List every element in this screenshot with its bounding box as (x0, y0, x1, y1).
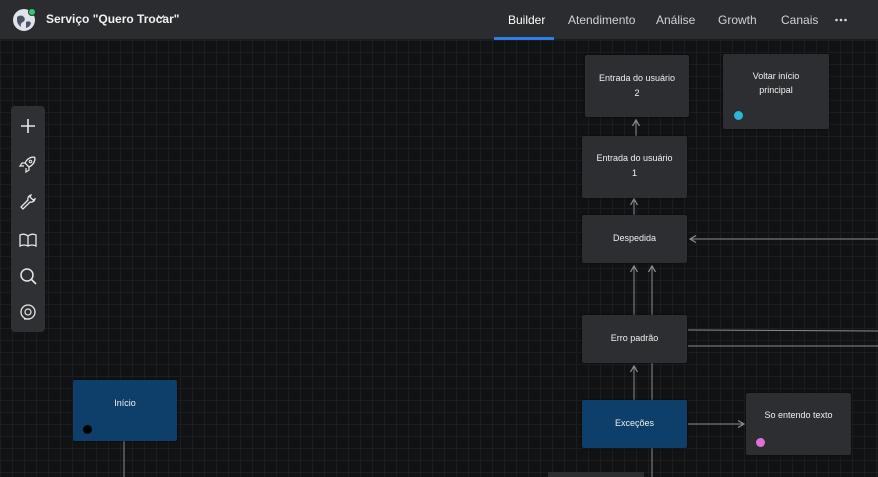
node-label-line2: principal (759, 85, 793, 95)
more-horizontal-icon[interactable] (834, 13, 848, 27)
node-inicio[interactable]: Início (73, 380, 177, 441)
node-erro-padrao[interactable]: Erro padrão (582, 315, 687, 363)
tab-atendimento[interactable]: Atendimento (568, 13, 635, 27)
book-icon[interactable] (18, 230, 38, 250)
rocket-icon[interactable] (18, 154, 38, 174)
node-entrada-usuario-1[interactable]: Entrada do usuário 1 (582, 136, 687, 198)
tab-builder[interactable]: Builder (508, 13, 545, 27)
plus-icon[interactable] (18, 116, 38, 136)
node-status-dot (756, 438, 765, 447)
node-label-line2: 2 (634, 88, 640, 98)
node-label: Exceções (614, 418, 655, 428)
node-excecoes[interactable]: Exceções (582, 400, 687, 448)
node-so-entendo-texto[interactable]: So entendo texto (746, 393, 851, 455)
search-icon[interactable] (18, 266, 38, 286)
node-voltar-inicio-principal[interactable]: Voltar início principal (723, 54, 829, 129)
node-label: Voltar início (752, 71, 800, 81)
tab-growth[interactable]: Growth (718, 13, 757, 27)
node-despedida[interactable]: Despedida (582, 215, 687, 263)
node-label: So entendo texto (764, 410, 833, 420)
partial-node-bottom (548, 472, 644, 477)
node-label: Início (114, 398, 136, 408)
bot-avatar-icon[interactable] (12, 8, 36, 32)
node-label: Entrada do usuário (596, 153, 673, 163)
node-label: Entrada do usuário (598, 73, 676, 83)
edge-erro-right-1 (687, 329, 878, 332)
node-label-line2: 1 (631, 168, 637, 178)
tab-analise[interactable]: Análise (656, 13, 695, 27)
node-status-dot (83, 425, 92, 434)
chevron-down-icon[interactable] (156, 12, 166, 22)
support-icon[interactable] (18, 302, 38, 322)
wrench-icon[interactable] (18, 192, 38, 212)
flow-canvas[interactable]: Entrada do usuário 2 Voltar início princ… (0, 40, 878, 477)
tool-palette (11, 106, 45, 332)
tab-canais[interactable]: Canais (781, 13, 818, 27)
node-status-dot (734, 111, 743, 120)
node-label: Erro padrão (610, 333, 659, 343)
node-entrada-usuario-2[interactable]: Entrada do usuário 2 (585, 55, 689, 117)
top-bar: Serviço "Quero Trocar" Builder Atendimen… (0, 0, 878, 40)
node-label: Despedida (612, 233, 657, 243)
